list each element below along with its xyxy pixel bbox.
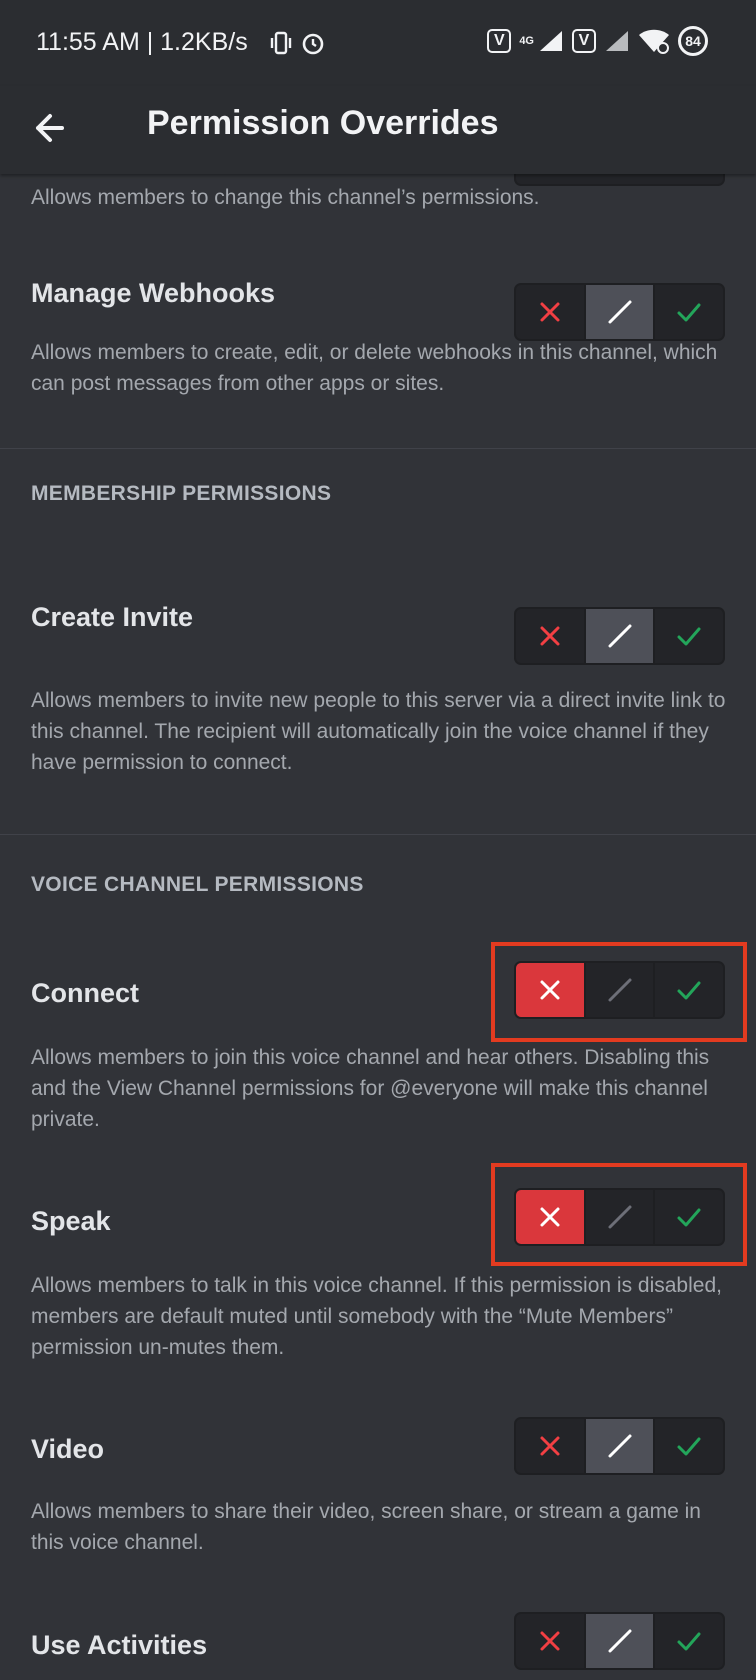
- deny-option[interactable]: [516, 1614, 584, 1668]
- permission-description-connect: Allows members to join this voice channe…: [31, 1046, 710, 1131]
- permission-description-manage-webhooks: Allows members to create, edit, or delet…: [31, 341, 718, 395]
- check-icon: [677, 303, 701, 322]
- allow-option[interactable]: [653, 963, 723, 1017]
- check-icon: [677, 1208, 701, 1227]
- permission-description-speak: Allows members to talk in this voice cha…: [31, 1274, 722, 1359]
- neutral-option[interactable]: [583, 1614, 654, 1668]
- deny-option[interactable]: [516, 1419, 584, 1473]
- check-icon: [677, 1437, 701, 1456]
- slash-icon: [608, 300, 631, 324]
- divider: [0, 448, 756, 449]
- vibrate-icon: [270, 31, 292, 55]
- network-type: 4G: [519, 35, 534, 47]
- slash-icon: [608, 1434, 631, 1458]
- permission-name-create-invite: Create Invite: [31, 602, 194, 632]
- slash-icon: [608, 624, 631, 648]
- deny-option[interactable]: [516, 609, 584, 663]
- permission-name-connect: Connect: [31, 978, 139, 1008]
- deny-option[interactable]: [516, 963, 584, 1017]
- check-icon: [677, 1632, 701, 1651]
- slash-icon: [608, 978, 631, 1002]
- permission-toggle-video[interactable]: [514, 1417, 725, 1475]
- x-icon: [540, 626, 560, 646]
- permission-toggle-speak[interactable]: [514, 1188, 725, 1246]
- status-icons: V 4G V 84: [487, 26, 708, 56]
- back-arrow-icon[interactable]: [30, 106, 74, 150]
- allow-option[interactable]: [653, 609, 723, 663]
- page-title: Permission Overrides: [147, 104, 499, 142]
- permission-toggle-use-activities[interactable]: [514, 1612, 725, 1670]
- volte-icon: V: [487, 29, 512, 53]
- permission-description-create-invite: Allows members to invite new people to t…: [31, 689, 726, 774]
- section-header-membership: MEMBERSHIP PERMISSIONS: [31, 482, 332, 505]
- neutral-option[interactable]: [583, 285, 654, 339]
- slash-icon: [608, 1629, 631, 1653]
- wifi-icon: [639, 29, 669, 54]
- battery-indicator: 84: [678, 26, 708, 56]
- deny-option[interactable]: [516, 285, 584, 339]
- permission-name-speak: Speak: [31, 1206, 111, 1236]
- permission-name-use-activities: Use Activities: [31, 1630, 208, 1660]
- slash-icon: [608, 1205, 631, 1229]
- section-header-voice: VOICE CHANNEL PERMISSIONS: [31, 873, 364, 896]
- allow-option[interactable]: [653, 1614, 723, 1668]
- x-icon: [540, 980, 560, 1000]
- neutral-option[interactable]: [583, 1419, 654, 1473]
- neutral-option[interactable]: [583, 963, 654, 1017]
- status-bar: 11:55 AM | 1.2KB/s V 4G V 84: [0, 0, 756, 86]
- check-icon: [677, 627, 701, 646]
- check-icon: [677, 981, 701, 1000]
- x-icon: [540, 302, 560, 322]
- allow-option[interactable]: [653, 285, 723, 339]
- neutral-option[interactable]: [583, 1190, 654, 1244]
- permission-name-video: Video: [31, 1434, 105, 1464]
- neutral-option[interactable]: [583, 609, 654, 663]
- permission-toggle-create-invite[interactable]: [514, 607, 725, 665]
- alarm-icon: [302, 33, 324, 55]
- signal-icon-2: [606, 31, 628, 51]
- allow-option[interactable]: [653, 1419, 723, 1473]
- x-icon: [540, 1207, 560, 1227]
- permission-name-manage-webhooks: Manage Webhooks: [31, 278, 276, 308]
- signal-icon: [540, 31, 562, 51]
- permission-toggle-connect[interactable]: [514, 961, 725, 1019]
- divider: [0, 834, 756, 835]
- status-time: 11:55 AM | 1.2KB/s: [36, 28, 248, 56]
- x-icon: [540, 1631, 560, 1651]
- volte-icon-2: V: [572, 29, 596, 53]
- permission-description: Allows members to change this channel’s …: [31, 186, 540, 209]
- deny-option[interactable]: [516, 1190, 584, 1244]
- permission-toggle-manage-webhooks[interactable]: [514, 283, 725, 341]
- x-icon: [540, 1436, 560, 1456]
- app-bar: Permission Overrides: [0, 86, 756, 174]
- permission-description-video: Allows members to share their video, scr…: [31, 1500, 701, 1554]
- allow-option[interactable]: [653, 1190, 723, 1244]
